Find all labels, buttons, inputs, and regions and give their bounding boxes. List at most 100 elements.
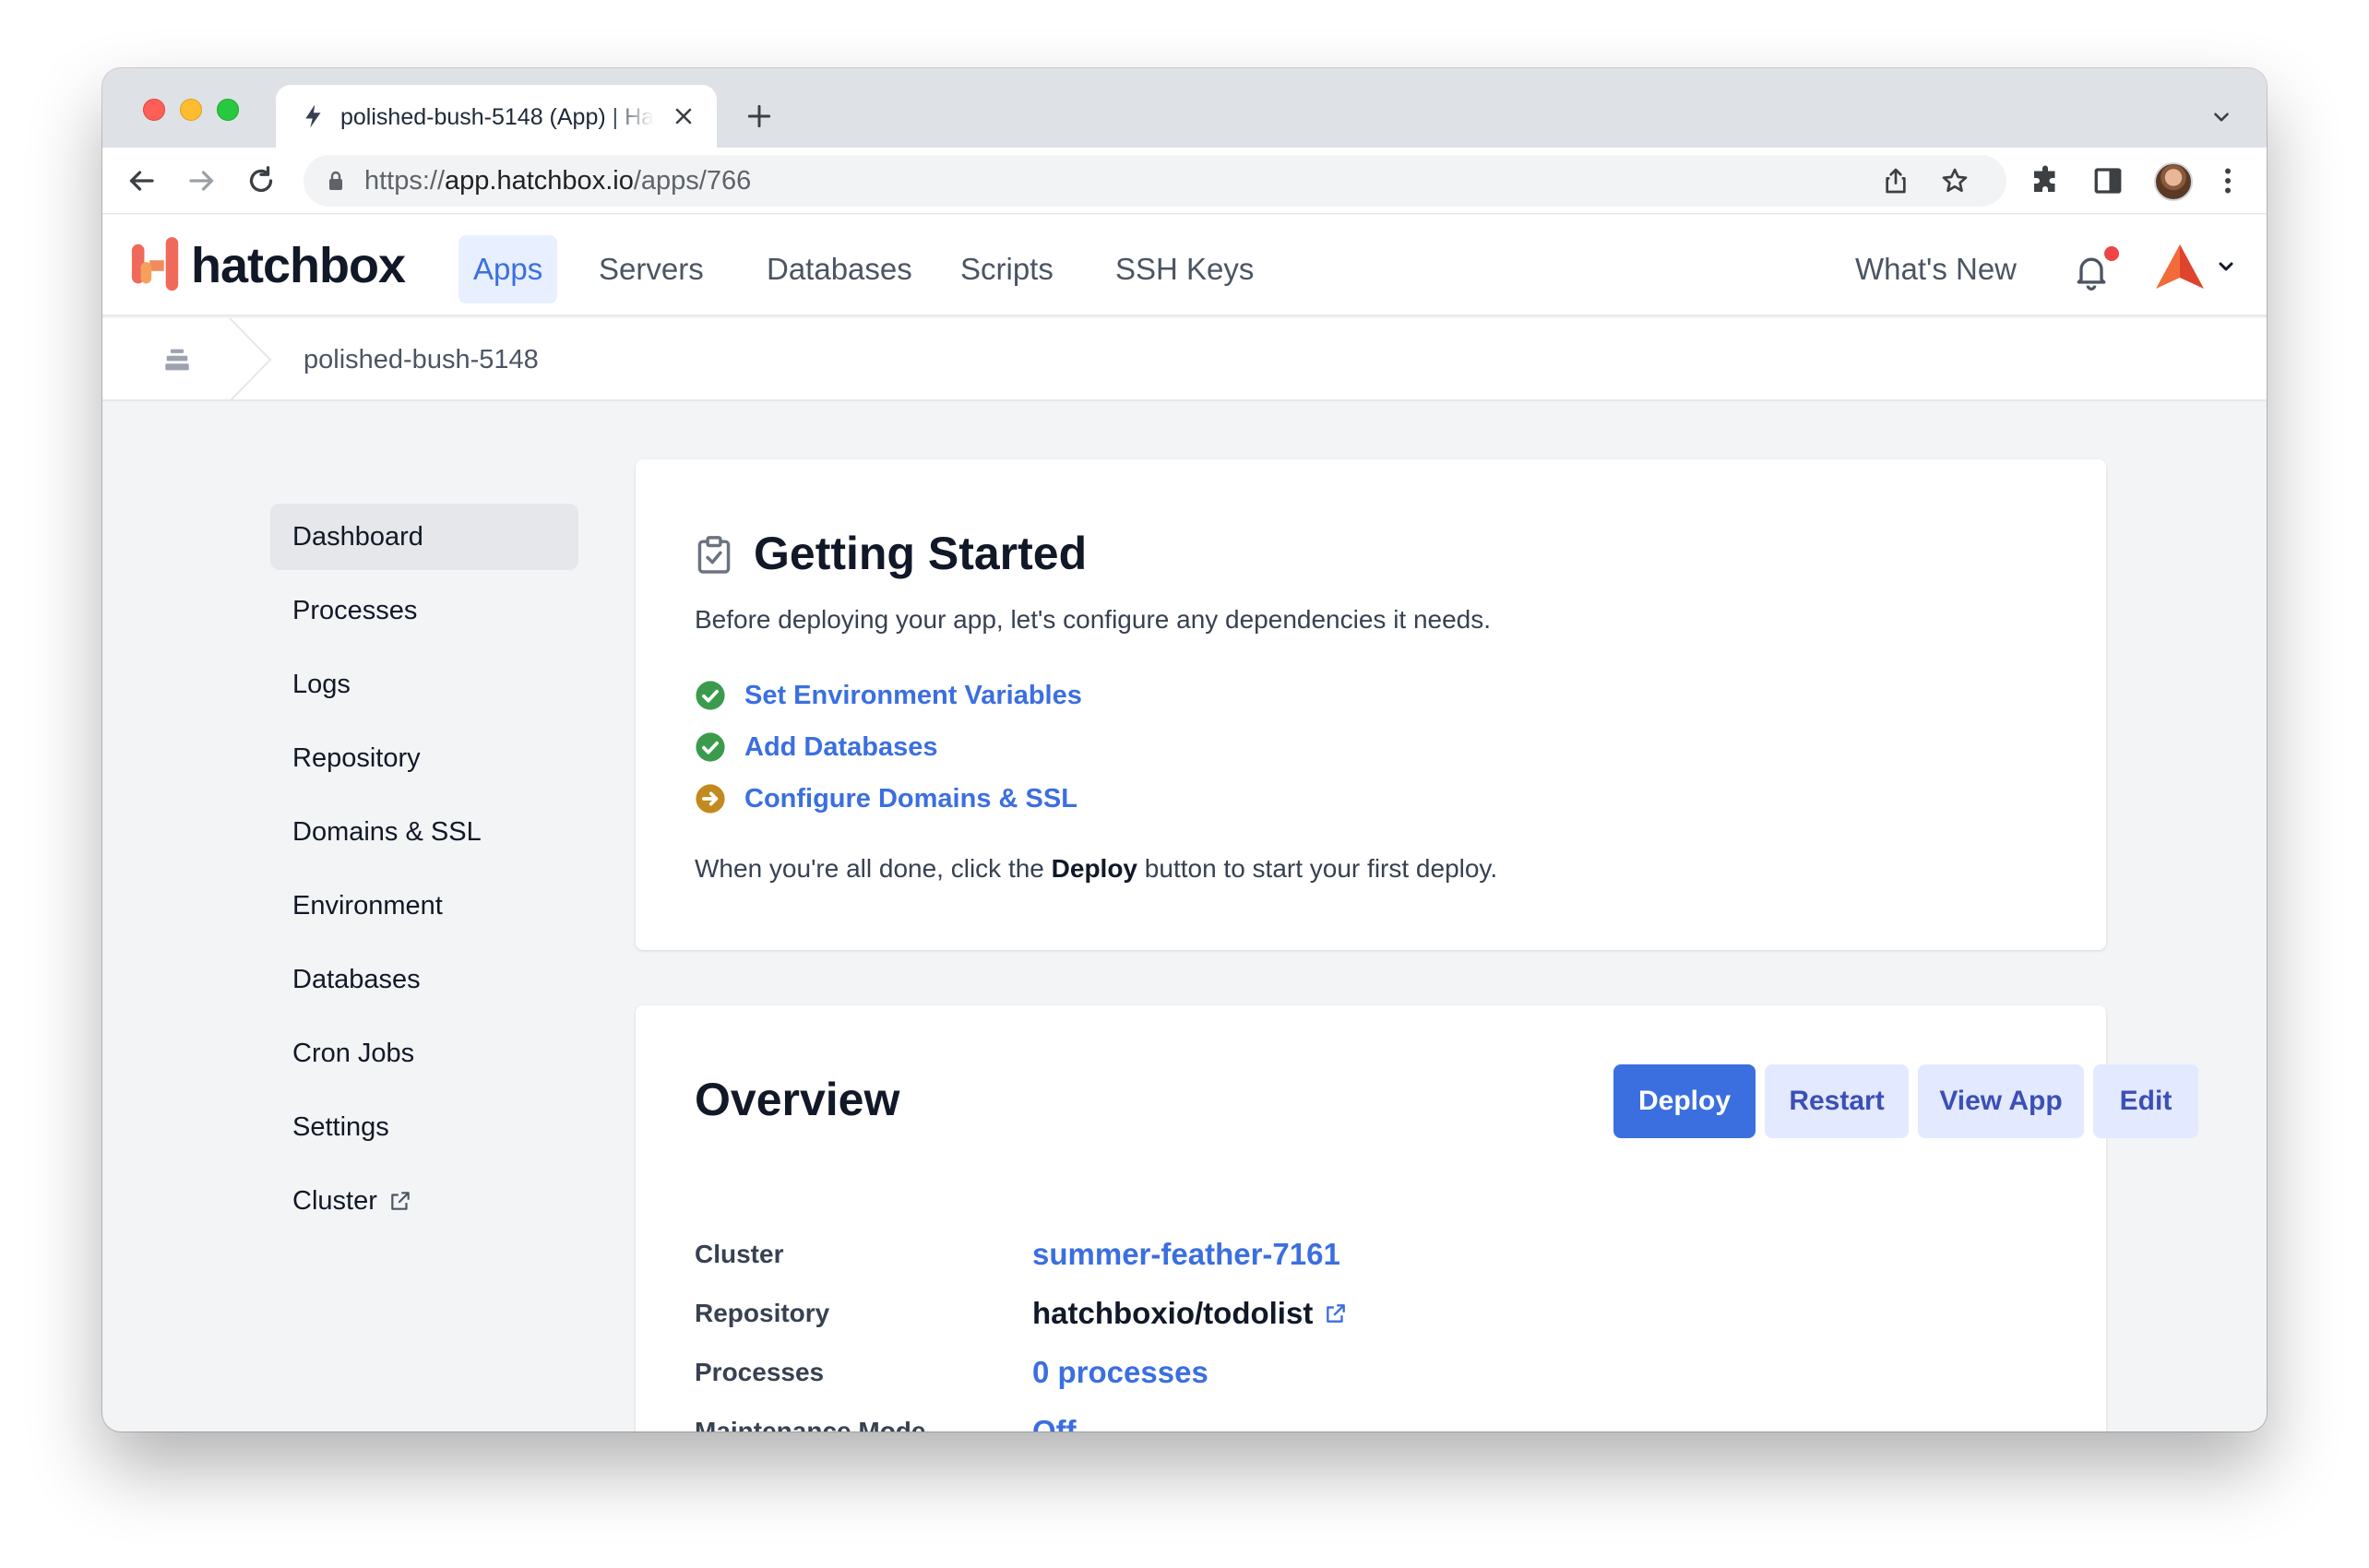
processes-link[interactable]: 0 processes — [1032, 1355, 1208, 1390]
share-icon[interactable] — [1881, 166, 1911, 196]
new-tab-icon[interactable] — [744, 101, 774, 131]
overview-details: Cluster summer-feather-7161 Repository h… — [695, 1225, 1986, 1431]
sidebar-item-cluster[interactable]: Cluster — [270, 1168, 578, 1234]
getting-started-footer: When you're all done, click the Deploy b… — [695, 854, 1498, 883]
breadcrumb-separator — [229, 318, 272, 401]
overview-label: Processes — [695, 1358, 825, 1386]
sidebar-item-label: Dashboard — [292, 522, 423, 552]
breadcrumb-current[interactable]: polished-bush-5148 — [304, 344, 539, 375]
sidebar-item-settings[interactable]: Settings — [270, 1094, 578, 1160]
reload-icon[interactable] — [244, 164, 278, 197]
sidebar-item-label: Databases — [292, 965, 421, 994]
app-navbar: hatchbox Apps Servers Databases Scripts … — [102, 215, 2267, 316]
overview-row-maintenance-mode: Maintenance Mode Off — [695, 1402, 1986, 1431]
side-panel-icon[interactable] — [2091, 164, 2125, 197]
organization-logo[interactable] — [2154, 243, 2206, 291]
overview-row-cluster: Cluster summer-feather-7161 — [695, 1225, 1986, 1284]
close-tab-icon[interactable] — [671, 103, 696, 129]
check-circle-icon — [696, 681, 725, 710]
nav-databases[interactable]: Databases — [752, 235, 927, 303]
sidebar-item-repository[interactable]: Repository — [270, 725, 578, 791]
sidebar-item-logs[interactable]: Logs — [270, 651, 578, 718]
star-icon[interactable] — [1940, 166, 1970, 196]
setup-step: Configure Domains & SSL — [695, 773, 1082, 825]
notification-dot — [2104, 246, 2119, 261]
configure-domains-ssl-link[interactable]: Configure Domains & SSL — [744, 784, 1077, 814]
breadcrumb: polished-bush-5148 — [102, 318, 2267, 401]
view-app-button[interactable]: View App — [1918, 1064, 2084, 1138]
sidebar-item-label: Cluster — [292, 1186, 377, 1216]
zoom-window-button[interactable] — [217, 99, 239, 121]
overview-title: Overview — [695, 1074, 900, 1125]
repository-name: hatchboxio/todolist — [1032, 1296, 1314, 1330]
kebab-menu-icon[interactable] — [2211, 164, 2244, 197]
apps-stack-icon[interactable] — [161, 344, 193, 375]
forward-arrow-icon[interactable] — [185, 164, 219, 197]
sidebar-item-label: Settings — [292, 1112, 389, 1142]
sidebar-item-domains-ssl[interactable]: Domains & SSL — [270, 799, 578, 865]
browser-tab-strip: polished-bush-5148 (App) | Hatchbox — [102, 68, 2267, 148]
browser-toolbar: https://app.hatchbox.io/apps/766 — [102, 148, 2267, 214]
tab-title: polished-bush-5148 (App) | Hatchbox — [340, 104, 654, 130]
sidebar-item-environment[interactable]: Environment — [270, 873, 578, 939]
window-controls — [143, 99, 239, 121]
nav-apps[interactable]: Apps — [458, 235, 558, 303]
address-bar[interactable]: https://app.hatchbox.io/apps/766 — [304, 155, 2006, 207]
profile-avatar[interactable] — [2154, 162, 2193, 201]
getting-started-title: Getting Started — [754, 528, 1088, 579]
whats-new-link[interactable]: What's New — [1855, 235, 2017, 303]
nav-ssh-keys[interactable]: SSH Keys — [1101, 235, 1268, 303]
extensions-puzzle-icon[interactable] — [2029, 164, 2062, 197]
sidebar-item-label: Repository — [292, 743, 421, 773]
overview-label: Cluster — [695, 1240, 784, 1268]
back-arrow-icon[interactable] — [125, 164, 158, 197]
external-link-icon — [391, 1192, 410, 1210]
repository-link[interactable]: hatchboxio/todolist — [1032, 1296, 1348, 1331]
sidebar-item-databases[interactable]: Databases — [270, 946, 578, 1013]
overview-row-processes: Processes 0 processes — [695, 1343, 1986, 1402]
minimize-window-button[interactable] — [180, 99, 202, 121]
lock-icon — [329, 171, 342, 190]
external-link-icon — [1327, 1304, 1346, 1323]
chevron-down-icon[interactable] — [2215, 255, 2237, 278]
getting-started-subtitle: Before deploying your app, let's configu… — [695, 605, 1492, 634]
logo-text: hatchbox — [191, 238, 406, 293]
sidebar-item-processes[interactable]: Processes — [270, 577, 578, 644]
nav-scripts[interactable]: Scripts — [946, 235, 1068, 303]
add-databases-link[interactable]: Add Databases — [744, 732, 938, 763]
setup-steps-list: Set Environment Variables Add Databases … — [695, 670, 1082, 825]
nav-servers[interactable]: Servers — [584, 235, 719, 303]
sidebar-item-label: Environment — [292, 891, 443, 921]
arrow-right-circle-icon — [696, 784, 725, 814]
deploy-button[interactable]: Deploy — [1613, 1064, 1756, 1138]
hatchbox-logo-mark — [131, 237, 179, 291]
overview-row-repository: Repository hatchboxio/todolist — [695, 1284, 1986, 1343]
setup-step: Set Environment Variables — [695, 670, 1082, 721]
cluster-link[interactable]: summer-feather-7161 — [1032, 1237, 1340, 1272]
browser-window: polished-bush-5148 (App) | Hatchbox — [102, 68, 2267, 1431]
sidebar-item-cron-jobs[interactable]: Cron Jobs — [270, 1020, 578, 1087]
getting-started-card: Getting Started Before deploying your ap… — [636, 459, 2106, 950]
hatchbox-logo[interactable]: hatchbox — [130, 237, 406, 294]
edit-button[interactable]: Edit — [2093, 1064, 2198, 1138]
maintenance-mode-toggle[interactable]: Off — [1032, 1414, 1077, 1431]
sidebar-item-dashboard[interactable]: Dashboard — [270, 504, 578, 570]
url-text: https://app.hatchbox.io/apps/766 — [364, 166, 752, 196]
sidebar-item-label: Logs — [292, 670, 351, 699]
lightning-icon — [305, 104, 321, 128]
close-window-button[interactable] — [143, 99, 165, 121]
overview-card: Overview Deploy Restart View App Edit Cl… — [636, 1005, 2198, 1431]
sidebar-item-label: Processes — [292, 596, 418, 625]
restart-button[interactable]: Restart — [1765, 1064, 1909, 1138]
setup-step: Add Databases — [695, 721, 1082, 773]
overview-label: Repository — [695, 1299, 830, 1327]
sidebar-item-label: Domains & SSL — [292, 817, 482, 847]
app-sidebar: Dashboard Processes Logs Repository Doma… — [270, 504, 578, 1241]
clipboard-check-icon — [697, 536, 731, 574]
overview-label: Maintenance Mode — [695, 1417, 926, 1431]
set-environment-variables-link[interactable]: Set Environment Variables — [744, 681, 1082, 711]
sidebar-item-label: Cron Jobs — [292, 1039, 415, 1068]
check-circle-icon — [696, 732, 725, 762]
chevron-down-icon[interactable] — [2209, 105, 2233, 129]
browser-tab-active[interactable]: polished-bush-5148 (App) | Hatchbox — [276, 85, 717, 148]
